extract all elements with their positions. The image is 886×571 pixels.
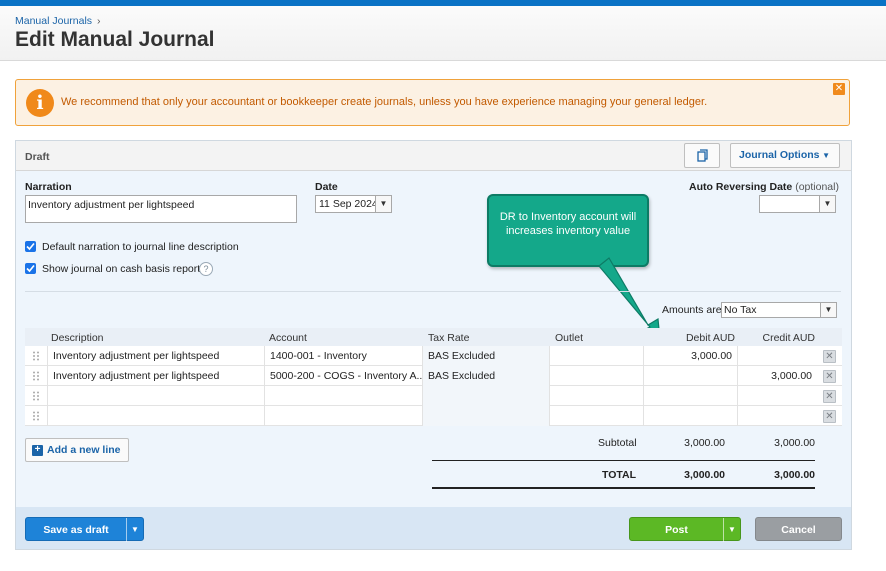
subtotal-label: Subtotal [598,437,637,449]
annotation-arrow [598,257,661,341]
description-cell[interactable]: Inventory adjustment per lightspeed [47,366,264,386]
account-cell[interactable]: 1400-001 - Inventory [264,346,422,366]
description-cell[interactable]: Inventory adjustment per lightspeed [47,346,264,366]
header-credit: Credit AUD [762,332,815,344]
delete-row-icon[interactable]: ✕ [823,410,836,423]
header-description: Description [51,332,104,344]
table-body: Inventory adjustment per lightspeed 1400… [25,346,842,426]
chevron-down-icon[interactable]: ▼ [820,303,836,317]
tax-rate-cell[interactable]: BAS Excluded [422,346,549,366]
amounts-are-value: No Tax [724,304,757,316]
drag-handle-icon[interactable] [32,351,40,361]
header-outlet: Outlet [555,332,584,344]
delete-row-icon[interactable]: ✕ [823,350,836,363]
drag-handle-icon[interactable] [32,411,40,421]
tax-rate-cell[interactable] [422,406,549,426]
table-row: Inventory adjustment per lightspeed 5000… [25,366,842,386]
chevron-down-icon[interactable]: ▼ [723,518,740,542]
account-cell[interactable] [264,406,422,426]
delete-row-icon[interactable]: ✕ [823,370,836,383]
total-rule [432,487,815,489]
amounts-are-label: Amounts are [662,304,722,316]
drag-handle-icon[interactable] [32,371,40,381]
table-header: Description Account Tax Rate Outlet Debi… [25,328,842,346]
post-button[interactable]: Post ▼ [629,517,741,542]
table-row: ✕ [25,386,842,406]
cancel-button[interactable]: Cancel [755,517,842,541]
account-cell[interactable] [264,386,422,406]
table-row: ✕ [25,406,842,426]
credit-cell[interactable] [737,386,817,406]
save-as-draft-button[interactable]: Save as draft ▼ [25,517,144,542]
account-cell[interactable]: 5000-200 - COGS - Inventory A... [264,366,422,386]
outlet-cell[interactable] [549,406,643,426]
outlet-cell[interactable] [549,386,643,406]
header-tax-rate: Tax Rate [428,332,470,344]
journal-lines-table: Description Account Tax Rate Outlet Debi… [25,328,842,426]
header-account: Account [269,332,307,344]
plus-icon: + [32,445,43,456]
subtotal-credit: 3,000.00 [774,437,815,449]
total-label: TOTAL [602,469,637,481]
credit-cell[interactable] [737,406,817,426]
outlet-cell[interactable] [549,366,643,386]
outlet-cell[interactable] [549,346,643,366]
subtotal-rule [432,460,815,461]
debit-cell[interactable] [643,386,737,406]
post-label: Post [665,524,688,536]
section-divider [25,291,841,292]
table-row: Inventory adjustment per lightspeed 1400… [25,346,842,366]
total-debit: 3,000.00 [684,469,725,481]
description-cell[interactable] [47,386,264,406]
drag-handle-icon[interactable] [32,391,40,401]
tax-rate-cell[interactable]: BAS Excluded [422,366,549,386]
delete-row-icon[interactable]: ✕ [823,390,836,403]
total-credit: 3,000.00 [774,469,815,481]
debit-cell[interactable] [643,406,737,426]
amounts-are-select[interactable]: No Tax ▼ [721,302,837,318]
add-new-line-button[interactable]: + Add a new line [25,438,129,462]
credit-cell[interactable] [737,346,817,366]
save-as-draft-label: Save as draft [43,524,109,536]
tax-rate-cell[interactable] [422,386,549,406]
chevron-down-icon[interactable]: ▼ [126,518,143,542]
credit-cell[interactable]: 3,000.00 [737,366,817,386]
debit-cell[interactable] [643,366,737,386]
header-debit: Debit AUD [685,332,735,344]
debit-cell[interactable]: 3,000.00 [643,346,737,366]
subtotal-debit: 3,000.00 [684,437,725,449]
add-new-line-label: Add a new line [47,444,121,456]
description-cell[interactable] [47,406,264,426]
